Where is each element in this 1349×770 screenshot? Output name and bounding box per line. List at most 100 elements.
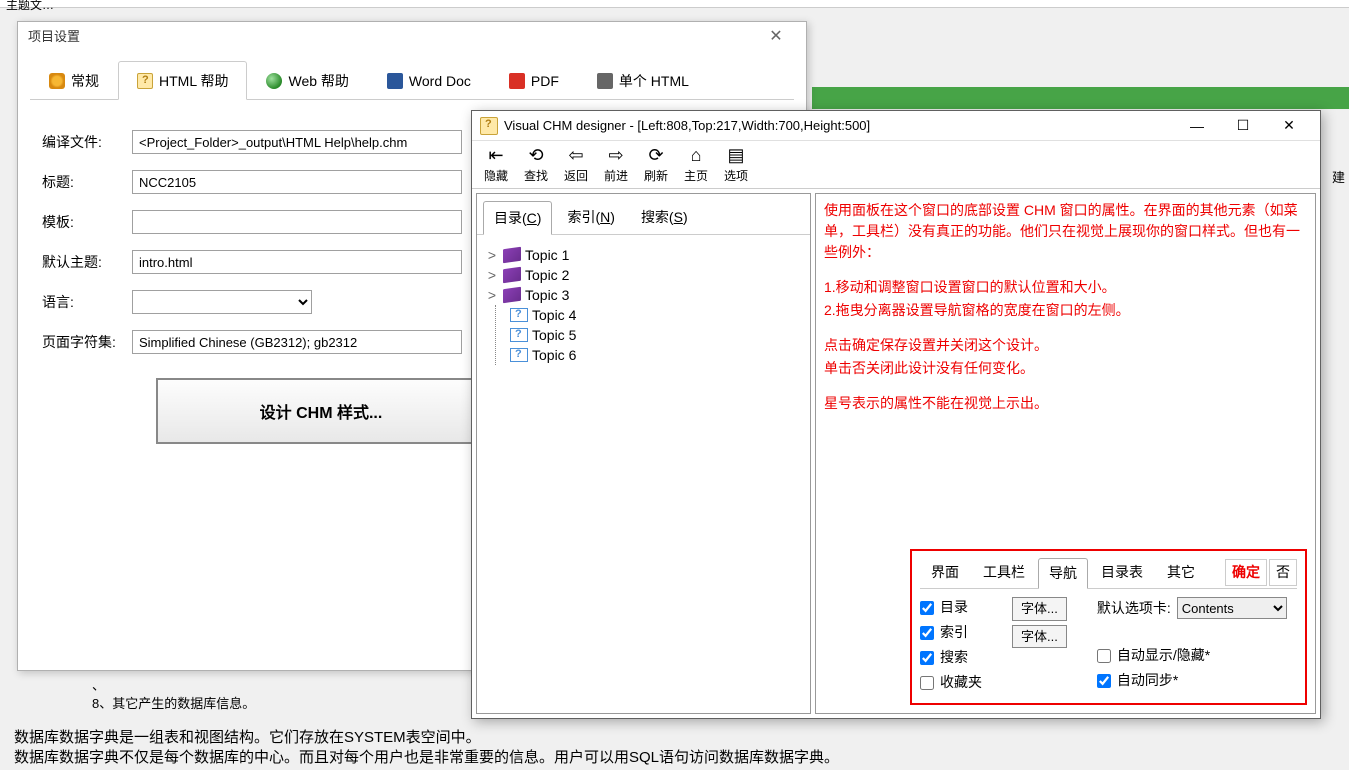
node-label: Topic 6 (532, 347, 576, 363)
nav-pane: 目录(C) 索引(N) 搜索(S) >Topic 1 >Topic 2 >Top… (476, 193, 811, 714)
settings-tabbar: 常规 HTML 帮助 Web 帮助 Word Doc PDF 单个 HTML (30, 60, 794, 100)
default-topic-input[interactable] (132, 250, 462, 274)
check-suoyin[interactable] (920, 626, 934, 640)
title-label: 标题: (42, 172, 132, 192)
book-icon (503, 287, 521, 304)
check-mulu-label: 目录 (940, 597, 968, 618)
tree-node[interactable]: Topic 5 (510, 325, 802, 345)
bg-green-bar (812, 87, 1349, 109)
tab-pdf[interactable]: PDF (490, 61, 578, 100)
navtab-index[interactable]: 索引(N) (556, 200, 625, 234)
tab-word-doc[interactable]: Word Doc (368, 61, 490, 100)
design-chm-button[interactable]: 设计 CHM 样式... (156, 378, 486, 444)
ptab-qita[interactable]: 其它 (1156, 557, 1206, 588)
tab-general[interactable]: 常规 (30, 61, 118, 100)
info-text: 点击确定保存设置并关闭这个设计。 (824, 335, 1307, 356)
check-mulu[interactable] (920, 601, 934, 615)
page-icon (510, 308, 528, 322)
forward-label: 前进 (604, 167, 628, 184)
ok-button[interactable]: 确定 (1225, 559, 1267, 586)
title-input[interactable] (132, 170, 462, 194)
tab-web-help[interactable]: Web 帮助 (247, 61, 367, 100)
navtab-contents[interactable]: 目录(C) (483, 201, 552, 235)
help-icon (137, 73, 153, 89)
bg-titlebar (0, 0, 1349, 8)
check-shoucang-label: 收藏夹 (940, 672, 982, 693)
no-button[interactable]: 否 (1269, 559, 1297, 586)
tab-html-help[interactable]: HTML 帮助 (118, 61, 247, 100)
globe-icon (266, 73, 282, 89)
home-icon: ⌂ (691, 145, 702, 167)
ptab-daohang[interactable]: 导航 (1038, 558, 1088, 589)
refresh-icon: ⟳ (648, 145, 663, 167)
check-autosync[interactable] (1097, 674, 1111, 688)
font-button-2[interactable]: 字体... (1012, 625, 1067, 649)
ptab-jiemian[interactable]: 界面 (920, 557, 970, 588)
home-button[interactable]: ⌂主页 (676, 143, 716, 186)
content-pane: 使用面板在这个窗口的底部设置 CHM 窗口的属性。在界面的其他元素（如菜单，工具… (815, 193, 1316, 714)
close-icon[interactable]: ✕ (756, 22, 796, 52)
bg-list-8-txt: 其它产生的数据库信息。 (112, 696, 255, 711)
tree-node[interactable]: > Topic 3 (485, 285, 802, 305)
tab-htmlhelp-label: HTML 帮助 (159, 71, 228, 91)
charset-label: 页面字符集: (42, 332, 132, 352)
minimize-button[interactable]: — (1174, 118, 1220, 134)
forward-icon: ⇨ (608, 145, 623, 167)
dialog-title: 项目设置 (28, 22, 80, 52)
check-autosync-label: 自动同步* (1117, 670, 1178, 691)
gear-icon (49, 73, 65, 89)
options-button[interactable]: ▤选项 (716, 143, 756, 186)
book-icon (503, 247, 521, 264)
template-input[interactable] (132, 210, 462, 234)
back-button[interactable]: ⇦返回 (556, 143, 596, 186)
expand-icon[interactable]: > (485, 267, 499, 283)
designer-titlebar[interactable]: Visual CHM designer - [Left:808,Top:217,… (472, 111, 1320, 141)
ptab-gongjulan[interactable]: 工具栏 (972, 557, 1036, 588)
tab-singlehtml-label: 单个 HTML (619, 71, 689, 91)
info-text: 星号表示的属性不能在视觉上示出。 (824, 393, 1307, 414)
dialog-titlebar[interactable]: 项目设置 ✕ (18, 22, 806, 52)
node-label: Topic 3 (525, 287, 569, 303)
default-topic-label: 默认主题: (42, 252, 132, 272)
charset-input[interactable] (132, 330, 462, 354)
ptab-mulubiao[interactable]: 目录表 (1090, 557, 1154, 588)
tab-single-html[interactable]: 单个 HTML (578, 61, 708, 100)
hide-label: 隐藏 (484, 167, 508, 184)
nav-tabbar: 目录(C) 索引(N) 搜索(S) (477, 194, 810, 235)
maximize-button[interactable]: ☐ (1220, 117, 1266, 134)
default-tab-select[interactable]: Contents (1177, 597, 1287, 619)
tree-node[interactable]: > Topic 2 (485, 265, 802, 285)
props-col-3: 默认选项卡:Contents 自动显示/隐藏* 自动同步* (1097, 597, 1287, 693)
hide-button[interactable]: ⇤隐藏 (476, 143, 516, 186)
language-select[interactable] (132, 290, 312, 314)
compile-input[interactable] (132, 130, 462, 154)
close-button[interactable]: ✕ (1266, 117, 1312, 134)
tree-node[interactable]: Topic 4 (510, 305, 802, 325)
forward-button[interactable]: ⇨前进 (596, 143, 636, 186)
expand-icon[interactable]: > (485, 287, 499, 303)
check-sousuo-label: 搜索 (940, 647, 968, 668)
topic-tree: >Topic 1 > Topic 2 > Topic 3 Topic 4 Topic… (477, 235, 810, 713)
check-autoshow[interactable] (1097, 649, 1111, 663)
expand-icon[interactable]: > (485, 247, 499, 263)
tree-node[interactable]: >Topic 1 (485, 245, 802, 265)
find-button[interactable]: ⟲查找 (516, 143, 556, 186)
refresh-button[interactable]: ⟳刷新 (636, 143, 676, 186)
check-shoucang[interactable] (920, 676, 934, 690)
visual-chm-designer-window: Visual CHM designer - [Left:808,Top:217,… (471, 110, 1321, 719)
options-icon: ▤ (727, 145, 744, 167)
props-col-2: 字体... 字体... (1012, 597, 1067, 693)
tab-pdf-label: PDF (531, 73, 559, 89)
node-label: Topic 5 (532, 327, 576, 343)
node-label: Topic 2 (525, 267, 569, 283)
back-label: 返回 (564, 167, 588, 184)
back-icon: ⇦ (568, 145, 583, 167)
check-sousuo[interactable] (920, 651, 934, 665)
font-button-1[interactable]: 字体... (1012, 597, 1067, 621)
props-actions: 确定 否 (1225, 559, 1297, 586)
check-autoshow-label: 自动显示/隐藏* (1117, 645, 1210, 666)
tree-node[interactable]: Topic 6 (510, 345, 802, 365)
props-tabbar: 界面 工具栏 导航 目录表 其它 确定 否 (920, 557, 1297, 589)
home-label: 主页 (684, 167, 708, 184)
navtab-search[interactable]: 搜索(S) (630, 200, 699, 234)
